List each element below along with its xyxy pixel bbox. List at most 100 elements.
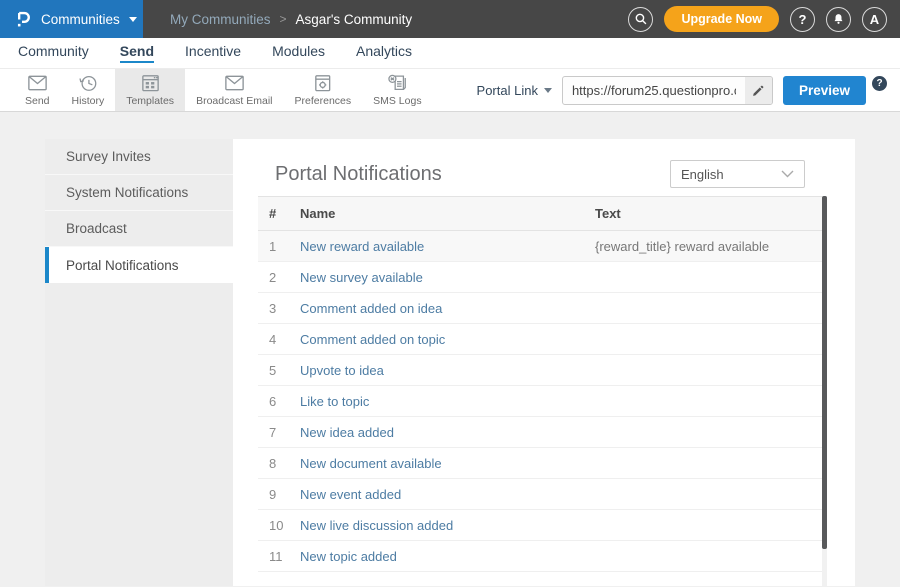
table-row: 8 New document available bbox=[258, 448, 827, 479]
tool-label: SMS Logs bbox=[373, 95, 421, 107]
table-scrollbar[interactable] bbox=[822, 196, 827, 586]
language-select-value: English bbox=[681, 167, 724, 182]
row-text: {reward_title} reward available bbox=[595, 239, 827, 254]
row-name-link[interactable]: Like to topic bbox=[300, 394, 595, 409]
upgrade-now-button[interactable]: Upgrade Now bbox=[664, 6, 779, 32]
tab-community[interactable]: Community bbox=[18, 43, 89, 63]
row-number: 4 bbox=[258, 332, 300, 347]
row-name-link[interactable]: New topic added bbox=[300, 549, 595, 564]
row-name-link[interactable]: Comment added on topic bbox=[300, 332, 595, 347]
row-number: 9 bbox=[258, 487, 300, 502]
preferences-gear-icon bbox=[312, 73, 333, 93]
search-button[interactable] bbox=[628, 7, 653, 32]
search-icon bbox=[634, 12, 648, 26]
table-row: 9 New event added bbox=[258, 479, 827, 510]
row-name-link[interactable]: Comment added on idea bbox=[300, 301, 595, 316]
header-col-text: Text bbox=[595, 206, 827, 221]
communities-dropdown[interactable]: Communities bbox=[0, 0, 143, 38]
row-number: 6 bbox=[258, 394, 300, 409]
sidebar-item-label: Survey Invites bbox=[66, 149, 151, 164]
row-name-link[interactable]: New reward available bbox=[300, 239, 595, 254]
help-badge[interactable]: ? bbox=[872, 76, 887, 91]
sms-logs-icon bbox=[386, 73, 408, 93]
table-row: 7 New idea added bbox=[258, 417, 827, 448]
page-title: Portal Notifications bbox=[275, 163, 442, 186]
table-row: 10 New live discussion added bbox=[258, 510, 827, 541]
portal-url-input[interactable] bbox=[563, 77, 745, 104]
chevron-down-icon bbox=[544, 88, 552, 93]
avatar[interactable]: A bbox=[862, 7, 887, 32]
tool-label: Preferences bbox=[295, 95, 352, 107]
header-col-num: # bbox=[258, 206, 300, 221]
table-header: # Name Text bbox=[258, 196, 827, 231]
sidebar-item-portal-notifications[interactable]: Portal Notifications bbox=[45, 247, 233, 283]
chevron-down-icon bbox=[129, 17, 137, 22]
tab-incentive[interactable]: Incentive bbox=[185, 43, 241, 63]
row-number: 3 bbox=[258, 301, 300, 316]
language-select[interactable]: English bbox=[670, 160, 805, 188]
portal-link-label: Portal Link bbox=[477, 83, 538, 98]
broadcast-email-button[interactable]: Broadcast Email bbox=[185, 69, 283, 111]
row-name-link[interactable]: New event added bbox=[300, 487, 595, 502]
tab-analytics[interactable]: Analytics bbox=[356, 43, 412, 63]
bell-icon bbox=[832, 12, 845, 26]
tool-label: Send bbox=[25, 95, 50, 107]
row-number: 1 bbox=[258, 239, 300, 254]
envelope-icon bbox=[223, 73, 246, 93]
row-name-link[interactable]: New survey available bbox=[300, 270, 595, 285]
tool-label: History bbox=[72, 95, 105, 107]
templates-grid-icon bbox=[140, 73, 161, 93]
portal-link-dropdown[interactable]: Portal Link bbox=[477, 83, 552, 98]
portal-link-area: Portal Link Preview ? bbox=[477, 69, 887, 111]
brand-label: Communities bbox=[41, 12, 120, 27]
sms-logs-button[interactable]: SMS Logs bbox=[362, 69, 432, 111]
row-number: 7 bbox=[258, 425, 300, 440]
portal-url-box bbox=[562, 76, 773, 105]
help-button[interactable]: ? bbox=[790, 7, 815, 32]
row-number: 11 bbox=[258, 549, 300, 564]
row-number: 2 bbox=[258, 270, 300, 285]
table-row: 11 New topic added bbox=[258, 541, 827, 572]
main-content: Portal Notifications English # Name Text… bbox=[233, 139, 855, 586]
preferences-button[interactable]: Preferences bbox=[284, 69, 363, 111]
tab-send[interactable]: Send bbox=[120, 43, 154, 63]
topbar-actions: Upgrade Now ? A bbox=[628, 0, 900, 38]
sidebar: Survey Invites System Notifications Broa… bbox=[45, 139, 233, 586]
row-number: 8 bbox=[258, 456, 300, 471]
breadcrumb-my-communities[interactable]: My Communities bbox=[170, 12, 271, 27]
table-row: 6 Like to topic bbox=[258, 386, 827, 417]
breadcrumb-separator: > bbox=[280, 12, 287, 26]
send-button[interactable]: Send bbox=[14, 69, 61, 111]
table-row: 3 Comment added on idea bbox=[258, 293, 827, 324]
breadcrumb: My Communities > Asgar's Community bbox=[170, 0, 412, 38]
table-row: 4 Comment added on topic bbox=[258, 324, 827, 355]
table-row: 5 Upvote to idea bbox=[258, 355, 827, 386]
table-row: 2 New survey available bbox=[258, 262, 827, 293]
row-number: 10 bbox=[258, 518, 300, 533]
row-name-link[interactable]: New idea added bbox=[300, 425, 595, 440]
sidebar-item-system-notifications[interactable]: System Notifications bbox=[45, 175, 233, 211]
tab-modules[interactable]: Modules bbox=[272, 43, 325, 63]
sidebar-item-label: System Notifications bbox=[66, 185, 188, 200]
sidebar-item-label: Broadcast bbox=[66, 221, 127, 236]
row-name-link[interactable]: New document available bbox=[300, 456, 595, 471]
top-bar: Communities My Communities > Asgar's Com… bbox=[0, 0, 900, 38]
content-header: Portal Notifications English bbox=[258, 139, 855, 196]
scrollbar-thumb[interactable] bbox=[822, 196, 827, 549]
notifications-table: # Name Text 1 New reward available {rewa… bbox=[258, 196, 827, 572]
main-nav: Community Send Incentive Modules Analyti… bbox=[0, 38, 900, 68]
pencil-icon bbox=[752, 84, 765, 97]
row-name-link[interactable]: Upvote to idea bbox=[300, 363, 595, 378]
edit-url-button[interactable] bbox=[745, 77, 772, 104]
row-name-link[interactable]: New live discussion added bbox=[300, 518, 595, 533]
tool-label: Broadcast Email bbox=[196, 95, 272, 107]
row-number: 5 bbox=[258, 363, 300, 378]
preview-button[interactable]: Preview bbox=[783, 76, 866, 105]
envelope-icon bbox=[26, 73, 49, 93]
sidebar-item-label: Portal Notifications bbox=[66, 258, 179, 273]
notifications-button[interactable] bbox=[826, 7, 851, 32]
sidebar-item-broadcast[interactable]: Broadcast bbox=[45, 211, 233, 247]
sidebar-item-survey-invites[interactable]: Survey Invites bbox=[45, 139, 233, 175]
templates-button[interactable]: Templates bbox=[115, 69, 185, 111]
history-button[interactable]: History bbox=[61, 69, 116, 111]
